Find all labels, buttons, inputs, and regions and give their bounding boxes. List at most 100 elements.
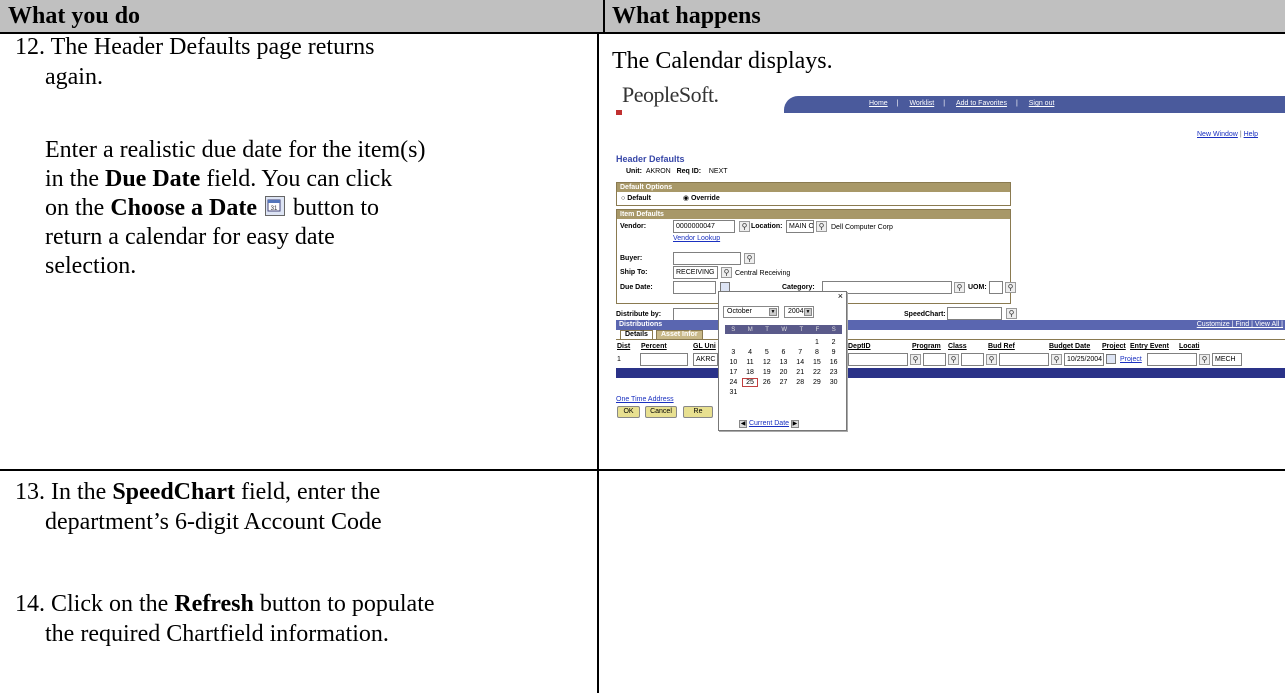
home-link[interactable]: Home xyxy=(869,100,888,107)
calendar-day[interactable]: 5 xyxy=(758,348,775,357)
entry-event-lookup-icon[interactable]: ⚲ xyxy=(1199,354,1210,365)
calendar-day[interactable]: 1 xyxy=(809,338,826,347)
calendar-day[interactable]: 2 xyxy=(825,338,842,347)
weekday-label: S xyxy=(831,326,836,333)
calendar-day[interactable]: 26 xyxy=(758,378,775,387)
calendar-day[interactable]: 10 xyxy=(725,358,742,367)
prev-month-icon[interactable]: ◀ xyxy=(739,420,747,428)
month-dropdown-icon[interactable]: ▼ xyxy=(769,308,777,316)
one-time-address-link[interactable]: One Time Address xyxy=(616,396,674,403)
calendar-day[interactable]: 18 xyxy=(742,368,759,377)
tab-details[interactable]: Details xyxy=(620,330,653,339)
month-select[interactable]: October ▼ xyxy=(723,306,779,318)
percent-input[interactable] xyxy=(640,353,688,366)
speedchart-input[interactable] xyxy=(947,307,1002,320)
calendar-day[interactable]: 6 xyxy=(775,348,792,357)
calendar-day[interactable]: 30 xyxy=(825,378,842,387)
calendar-day[interactable]: 19 xyxy=(758,368,775,377)
location-input[interactable]: MAIN OF xyxy=(786,220,814,233)
ok-button[interactable]: OK xyxy=(617,406,640,418)
refresh-button[interactable]: Re xyxy=(683,406,713,418)
help-link[interactable]: Help xyxy=(1244,131,1258,138)
budget-date-input[interactable]: 10/25/2004 xyxy=(1064,353,1104,366)
calendar-day[interactable]: 20 xyxy=(775,368,792,377)
weekday-label: F xyxy=(815,326,820,333)
uom-input[interactable] xyxy=(989,281,1003,294)
col-deptid[interactable]: DeptID xyxy=(848,343,871,350)
sign-out-link[interactable]: Sign out xyxy=(1029,100,1055,107)
program-input[interactable] xyxy=(923,353,946,366)
grid-nav-links[interactable]: Customize | Find | View All | xyxy=(1197,320,1283,330)
calendar-day[interactable]: 28 xyxy=(792,378,809,387)
col-budget-date[interactable]: Budget Date xyxy=(1049,343,1090,350)
calendar-day[interactable]: 24 xyxy=(725,378,742,387)
location-grid-input[interactable]: MECH xyxy=(1212,353,1242,366)
entry-event-input[interactable] xyxy=(1147,353,1197,366)
year-dropdown-icon[interactable]: ▼ xyxy=(804,308,812,316)
override-radio[interactable]: ◉ xyxy=(683,195,689,202)
calendar-day[interactable]: 21 xyxy=(792,368,809,377)
cancel-button[interactable]: Cancel xyxy=(645,406,677,418)
budget-date-calendar-icon[interactable] xyxy=(1106,354,1116,364)
calendar-day[interactable]: 16 xyxy=(825,358,842,367)
calendar-day[interactable]: 22 xyxy=(809,368,826,377)
buyer-lookup-icon[interactable]: ⚲ xyxy=(744,253,755,264)
menu-icon[interactable] xyxy=(616,110,622,115)
gl-unit-input[interactable]: AKRC xyxy=(693,353,718,366)
add-to-favorites-link[interactable]: Add to Favorites xyxy=(956,100,1007,107)
col-class[interactable]: Class xyxy=(948,343,967,350)
tab-asset-information[interactable]: Asset Infor xyxy=(656,330,703,339)
calendar-day[interactable]: 11 xyxy=(742,358,759,367)
project-link[interactable]: Project xyxy=(1120,356,1142,363)
col-program[interactable]: Program xyxy=(912,343,941,350)
deptid-lookup-icon[interactable]: ⚲ xyxy=(910,354,921,365)
default-radio[interactable]: ○ xyxy=(621,195,625,202)
deptid-input[interactable] xyxy=(848,353,908,366)
bud-ref-lookup-icon[interactable]: ⚲ xyxy=(1051,354,1062,365)
col-dist[interactable]: Dist xyxy=(617,343,630,350)
ship-to-input[interactable]: RECEIVING xyxy=(673,266,718,279)
col-project[interactable]: Project xyxy=(1102,343,1126,350)
uom-lookup-icon[interactable]: ⚲ xyxy=(1005,282,1016,293)
year-select[interactable]: 2004 ▼ xyxy=(784,306,814,318)
calendar-day[interactable]: 9 xyxy=(825,348,842,357)
new-window-link[interactable]: New Window xyxy=(1197,131,1238,138)
buyer-input[interactable] xyxy=(673,252,741,265)
vendor-input[interactable]: 0000000047 xyxy=(673,220,735,233)
col-bud-ref[interactable]: Bud Ref xyxy=(988,343,1015,350)
ship-to-lookup-icon[interactable]: ⚲ xyxy=(721,267,732,278)
calendar-day[interactable]: 8 xyxy=(809,348,826,357)
calendar-day[interactable]: 3 xyxy=(725,348,742,357)
calendar-day[interactable]: 12 xyxy=(758,358,775,367)
speedchart-lookup-icon[interactable]: ⚲ xyxy=(1006,308,1017,319)
class-input[interactable] xyxy=(961,353,984,366)
calendar-close-icon[interactable]: × xyxy=(838,292,843,301)
next-month-icon[interactable]: ▶ xyxy=(790,420,799,428)
program-lookup-icon[interactable]: ⚲ xyxy=(948,354,959,365)
due-date-label: Due Date: xyxy=(620,284,653,291)
calendar-day[interactable]: 25 xyxy=(741,378,759,387)
bud-ref-input[interactable] xyxy=(999,353,1049,366)
calendar-day[interactable]: 29 xyxy=(809,378,826,387)
calendar-day[interactable]: 7 xyxy=(792,348,809,357)
calendar-day[interactable]: 14 xyxy=(792,358,809,367)
calendar-day[interactable]: 15 xyxy=(809,358,826,367)
current-date-link[interactable]: Current Date xyxy=(749,420,789,427)
calendar-day[interactable]: 4 xyxy=(742,348,759,357)
col-entry-event[interactable]: Entry Event xyxy=(1130,343,1169,350)
calendar-day[interactable]: 27 xyxy=(775,378,792,387)
vendor-lookup-icon[interactable]: ⚲ xyxy=(739,221,750,232)
vendor-lookup-link[interactable]: Vendor Lookup xyxy=(673,235,720,242)
col-gl-unit[interactable]: GL Uni xyxy=(693,343,716,350)
col-percent[interactable]: Percent xyxy=(641,343,667,350)
location-lookup-icon[interactable]: ⚲ xyxy=(816,221,827,232)
class-lookup-icon[interactable]: ⚲ xyxy=(986,354,997,365)
category-lookup-icon[interactable]: ⚲ xyxy=(954,282,965,293)
due-date-input[interactable] xyxy=(673,281,716,294)
calendar-day[interactable]: 17 xyxy=(725,368,742,377)
calendar-day[interactable]: 23 xyxy=(825,368,842,377)
calendar-day[interactable]: 31 xyxy=(725,388,742,397)
col-location[interactable]: Locati xyxy=(1179,343,1200,350)
worklist-link[interactable]: Worklist xyxy=(909,100,934,107)
calendar-day[interactable]: 13 xyxy=(775,358,792,367)
